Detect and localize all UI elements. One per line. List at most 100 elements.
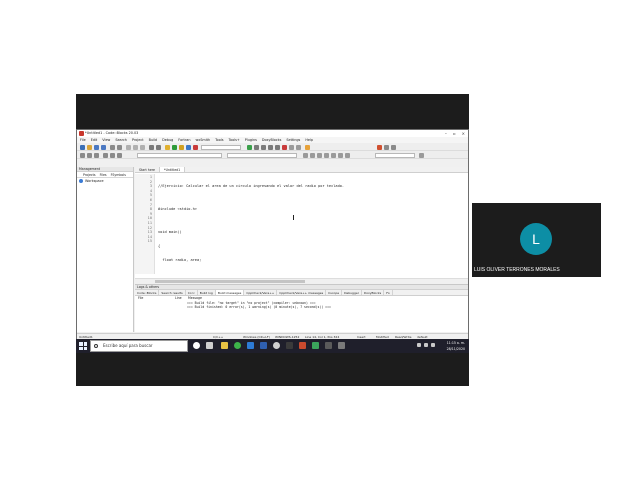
run-chm-icon[interactable] (345, 152, 350, 158)
edge-icon[interactable] (247, 342, 254, 349)
match-case-icon[interactable] (103, 152, 108, 158)
task-view-icon[interactable] (206, 342, 213, 349)
tab-build-log[interactable]: Build log (198, 290, 216, 295)
build-target-combo[interactable] (201, 144, 241, 150)
doxyblocks-icon[interactable] (303, 152, 308, 158)
search-combo[interactable] (375, 152, 415, 158)
app-icon[interactable] (286, 342, 293, 349)
workspace-label: Workspace (85, 179, 104, 183)
block-comment-icon[interactable] (324, 152, 329, 158)
logs-panel: Logs & others Code::Blocks Search result… (135, 284, 468, 332)
volume-icon[interactable] (424, 343, 428, 347)
participant-name: LUIS OLIVER TERRONES MORALES (474, 267, 560, 273)
jump-forward-icon[interactable] (87, 152, 92, 158)
codeblocks-window: *Untitled1 - Code::Blocks 20.03 – ▫ × Fi… (76, 129, 469, 354)
save-all-icon[interactable] (101, 144, 106, 150)
run-icon[interactable] (172, 144, 177, 150)
open-file-icon[interactable] (87, 144, 92, 150)
code-line: void main() (158, 230, 182, 235)
tab-fortran[interactable]: Fo (384, 290, 393, 295)
windows-start-icon[interactable] (79, 342, 87, 350)
tab-cccc[interactable]: Cccc (186, 290, 198, 295)
chrome-icon[interactable] (234, 342, 241, 349)
run-html-icon[interactable] (338, 152, 343, 158)
code-completion-toolbar (77, 151, 468, 159)
jump-back-icon[interactable] (80, 152, 85, 158)
tab-debugger[interactable]: Debugger (342, 290, 362, 295)
step-out-icon[interactable] (275, 144, 280, 150)
management-panel: Management Projects Files FSymbols Works… (77, 167, 134, 332)
debug-info-icon[interactable] (296, 144, 301, 150)
line-number-gutter: 1 2 3 4 5 6 7 8 9 10 11 12 13 14 15 (135, 174, 155, 274)
tab-cppcheck-messages[interactable]: CppCheck/Vera++ messages (277, 290, 327, 295)
pause-icon[interactable] (305, 144, 310, 150)
app-icon[interactable] (325, 342, 332, 349)
next-bookmark-icon[interactable] (391, 144, 396, 150)
title-bar: *Untitled1 - Code::Blocks 20.03 – ▫ × (77, 130, 468, 137)
undo-icon[interactable] (110, 144, 115, 150)
extract-docs-icon[interactable] (317, 152, 322, 158)
run-to-cursor-icon[interactable] (254, 144, 259, 150)
prev-bookmark-icon[interactable] (384, 144, 389, 150)
replace-icon[interactable] (156, 144, 161, 150)
abort-icon[interactable] (193, 144, 198, 150)
next-line-icon[interactable] (261, 144, 266, 150)
scope-combo[interactable] (137, 152, 222, 158)
app-icon[interactable] (338, 342, 345, 349)
word-icon[interactable] (260, 342, 267, 349)
tab-start-here[interactable]: Start here (135, 167, 160, 172)
copy-icon[interactable] (133, 144, 138, 150)
scrollbar-thumb[interactable] (155, 280, 305, 283)
tab-build-messages[interactable]: Build messages (215, 290, 245, 295)
tab-search-results[interactable]: Search results (159, 290, 186, 295)
tab-cscope[interactable]: Cscope (326, 290, 343, 295)
debug-continue-icon[interactable] (247, 144, 252, 150)
tab-cppcheck[interactable]: CppCheck/Vera++ (244, 290, 278, 295)
tab-doxyblocks[interactable]: DoxyBlocks (362, 290, 385, 295)
bookmark-icon[interactable] (117, 152, 122, 158)
cortana-icon[interactable] (193, 342, 200, 349)
tab-untitled1[interactable]: *Untitled1 (159, 167, 186, 172)
main-toolbar (77, 143, 468, 151)
code-editor[interactable]: 1 2 3 4 5 6 7 8 9 10 11 12 13 14 15 //Ej… (135, 174, 468, 354)
stop-debugger-icon[interactable] (282, 144, 287, 150)
rebuild-icon[interactable] (186, 144, 191, 150)
minimize-button[interactable]: – (445, 130, 447, 137)
regex-icon[interactable] (110, 152, 115, 158)
maximize-button[interactable]: ▫ (453, 130, 456, 137)
clock[interactable]: 11:15 a. m. 28/11/2020 (447, 340, 465, 352)
taskbar-search-box[interactable]: Escribe aquí para buscar (90, 340, 188, 352)
screen: *Untitled1 - Code::Blocks 20.03 – ▫ × Fi… (0, 0, 640, 480)
tab-projects[interactable]: Projects (83, 172, 96, 177)
tab-fsymbols[interactable]: FSymbols (111, 172, 126, 177)
settings-gear-icon[interactable] (273, 342, 280, 349)
tab-files[interactable]: Files (100, 172, 107, 177)
toggle-comment-icon[interactable] (94, 152, 99, 158)
column-file: File (138, 296, 144, 300)
debug-windows-icon[interactable] (289, 144, 294, 150)
find-icon[interactable] (149, 144, 154, 150)
line-number: 15 (147, 239, 152, 244)
paste-icon[interactable] (140, 144, 145, 150)
workspace-node[interactable]: Workspace (77, 178, 133, 184)
file-explorer-icon[interactable] (221, 342, 228, 349)
cut-icon[interactable] (126, 144, 131, 150)
build-gear-icon[interactable] (165, 144, 170, 150)
log-row[interactable]: === Build finished: 0 error(s), 1 warnin… (135, 305, 468, 309)
function-combo[interactable] (227, 152, 297, 158)
meet-icon[interactable] (312, 342, 319, 349)
redo-icon[interactable] (117, 144, 122, 150)
search-go-icon[interactable] (419, 152, 424, 158)
codeblocks-taskbar-icon[interactable] (299, 342, 306, 349)
language-icon[interactable] (431, 343, 435, 347)
doxywizard-icon[interactable] (310, 152, 315, 158)
tab-codeblocks-log[interactable]: Code::Blocks (135, 290, 160, 295)
new-file-icon[interactable] (80, 144, 85, 150)
step-into-icon[interactable] (268, 144, 273, 150)
line-comment-icon[interactable] (331, 152, 336, 158)
save-icon[interactable] (94, 144, 99, 150)
close-button[interactable]: × (462, 130, 465, 137)
network-icon[interactable] (417, 343, 421, 347)
build-run-icon[interactable] (179, 144, 184, 150)
highlight-icon[interactable] (377, 144, 382, 150)
